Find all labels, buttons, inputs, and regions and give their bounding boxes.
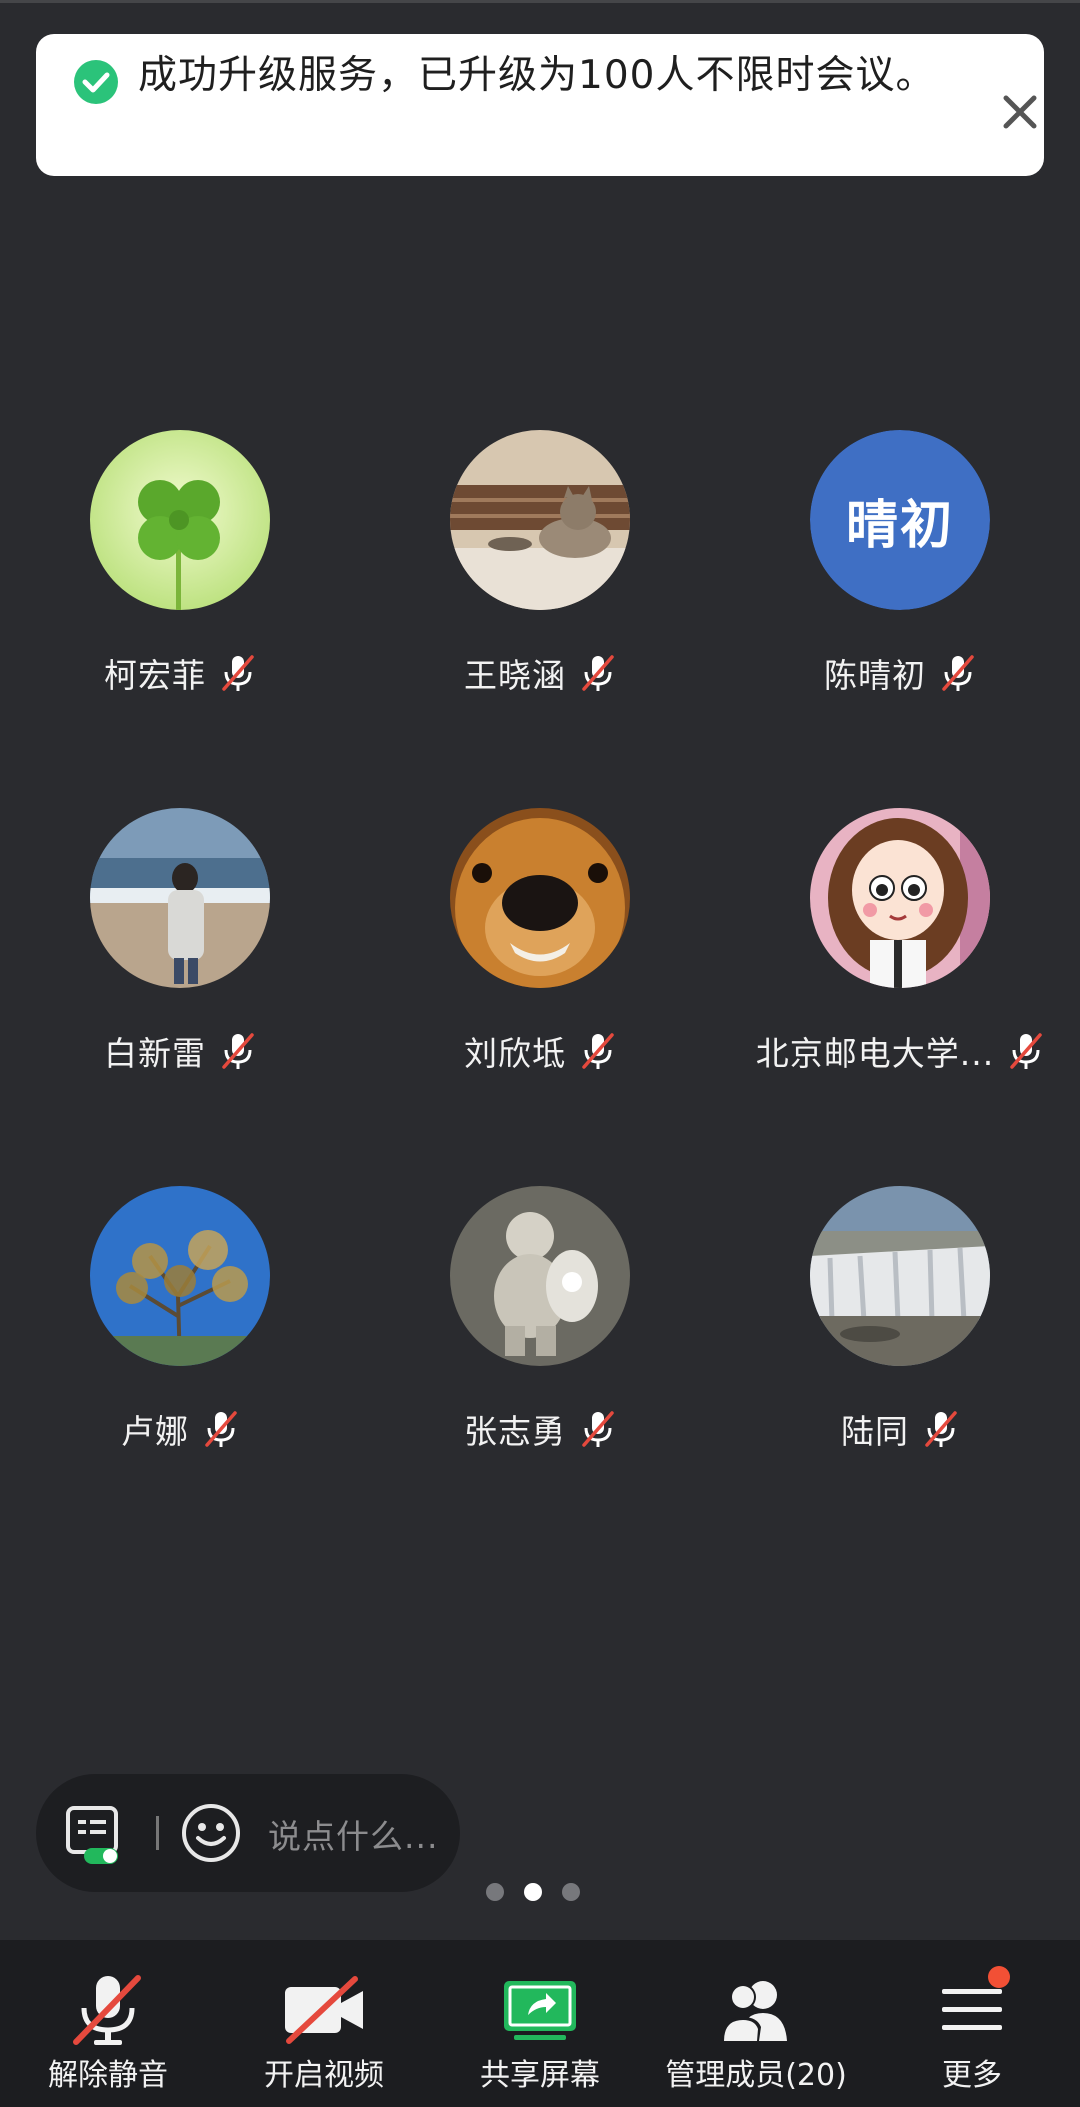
- avatar-initials: 晴初: [810, 430, 990, 610]
- participant-name: 北京邮电大学...: [755, 1034, 995, 1073]
- participant-name: 张志勇: [464, 1412, 566, 1451]
- mic-muted-icon: [582, 1033, 614, 1069]
- participant-tile[interactable]: 卢娜: [0, 1186, 360, 1486]
- unmute-label: 解除静音: [48, 2058, 168, 2093]
- participant-tile[interactable]: 柯宏菲: [0, 430, 360, 730]
- mic-muted-icon: [582, 655, 614, 691]
- chat-input-pill[interactable]: 说点什么...: [36, 1774, 460, 1892]
- chat-placeholder[interactable]: 说点什么...: [268, 1810, 438, 1858]
- share-screen-label: 共享屏幕: [480, 2058, 600, 2093]
- more-label: 更多: [942, 2058, 1002, 2093]
- participant-tile[interactable]: 晴初 陈晴初: [720, 430, 1080, 730]
- camera-off-icon: [274, 1970, 374, 2050]
- page-dot-active[interactable]: [524, 1883, 542, 1901]
- participant-tile[interactable]: 张志勇: [360, 1186, 720, 1486]
- avatar: [90, 1186, 270, 1366]
- participant-tile[interactable]: 白新雷: [0, 808, 360, 1108]
- start-video-label: 开启视频: [264, 2058, 384, 2093]
- status-divider: [0, 0, 1080, 3]
- mic-muted-icon: [222, 655, 254, 691]
- participant-name: 刘欣坻: [464, 1034, 566, 1073]
- participant-name: 陈晴初: [824, 656, 926, 695]
- unmute-button[interactable]: 解除静音: [0, 1940, 216, 2107]
- participant-tile[interactable]: 北京邮电大学...: [720, 808, 1080, 1108]
- avatar: 晴初: [810, 430, 990, 610]
- participant-name: 王晓涵: [464, 656, 566, 695]
- avatar: [450, 430, 630, 610]
- more-button[interactable]: 更多: [864, 1940, 1080, 2107]
- participant-name: 白新雷: [104, 1034, 206, 1073]
- participant-tile[interactable]: 刘欣坻: [360, 808, 720, 1108]
- manage-members-button[interactable]: 管理成员(20): [648, 1940, 864, 2107]
- mic-off-icon: [58, 1970, 158, 2050]
- mic-muted-icon: [582, 1411, 614, 1447]
- participant-name: 陆同: [841, 1412, 909, 1451]
- avatar: [90, 808, 270, 988]
- members-icon: [706, 1970, 806, 2050]
- toast-message: 成功升级服务，已升级为100人不限时会议。: [138, 53, 936, 98]
- avatar: [450, 808, 630, 988]
- participant-tile[interactable]: 王晓涵: [360, 430, 720, 730]
- participant-name: 柯宏菲: [104, 656, 206, 695]
- mic-muted-icon: [222, 1033, 254, 1069]
- notification-badge: [988, 1966, 1010, 1988]
- mic-muted-icon: [942, 655, 974, 691]
- participant-name: 卢娜: [121, 1412, 189, 1451]
- meeting-toolbar: 解除静音 开启视频 共享屏幕 管理成员(20) 更多: [0, 1940, 1080, 2107]
- avatar: [810, 808, 990, 988]
- avatar: [450, 1186, 630, 1366]
- mic-muted-icon: [205, 1411, 237, 1447]
- emoji-icon[interactable]: [180, 1802, 242, 1864]
- chat-icon[interactable]: [64, 1804, 126, 1864]
- meeting-screen: 成功升级服务，已升级为100人不限时会议。 柯宏菲 王晓涵 晴初 陈晴初 白新雷…: [0, 0, 1080, 2107]
- share-screen-icon: [490, 1970, 590, 2050]
- start-video-button[interactable]: 开启视频: [216, 1940, 432, 2107]
- close-icon[interactable]: [990, 82, 1050, 142]
- upgrade-toast: 成功升级服务，已升级为100人不限时会议。: [36, 34, 1044, 176]
- avatar: [90, 430, 270, 610]
- page-dot[interactable]: [562, 1883, 580, 1901]
- avatar: [810, 1186, 990, 1366]
- share-screen-button[interactable]: 共享屏幕: [432, 1940, 648, 2107]
- page-indicator: [486, 1883, 580, 1905]
- page-dot[interactable]: [486, 1883, 504, 1901]
- mic-muted-icon: [925, 1411, 957, 1447]
- check-circle-icon: [70, 56, 122, 108]
- mic-muted-icon: [1010, 1033, 1042, 1069]
- participant-tile[interactable]: 陆同: [720, 1186, 1080, 1486]
- chat-divider: [156, 1816, 159, 1850]
- manage-members-label: 管理成员(20): [665, 2058, 847, 2093]
